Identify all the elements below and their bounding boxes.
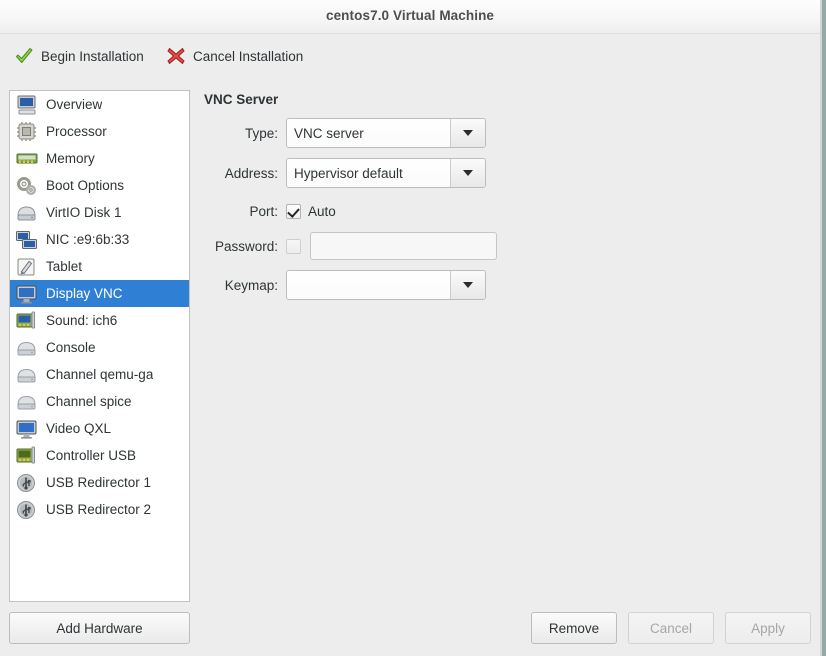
port-auto-checkbox[interactable] (286, 203, 301, 219)
network-icon (15, 229, 39, 251)
hardware-list-item-label: Console (46, 340, 96, 355)
hardware-list-item-label: Overview (46, 97, 103, 112)
password-row: Password: (200, 231, 497, 261)
hardware-list-item-label: Sound: ich6 (46, 313, 118, 328)
toolbar: Begin Installation Cancel Installation (0, 35, 820, 79)
section-title: VNC Server (204, 92, 279, 107)
hardware-list-item[interactable]: Display VNC (10, 280, 189, 307)
hardware-list-item-label: Channel qemu-ga (46, 367, 154, 382)
hardware-list-item-label: Channel spice (46, 394, 132, 409)
hardware-list-item-label: Processor (46, 124, 107, 139)
serial-icon (15, 364, 39, 386)
harddisk-icon (15, 202, 39, 224)
vnc-server-panel: VNC Server Type: VNC server Address: Hyp… (200, 88, 810, 588)
hardware-list-item[interactable]: Channel qemu-ga (10, 361, 189, 388)
address-row: Address: Hypervisor default (200, 158, 486, 188)
hardware-list-item[interactable]: USB Redirector 1 (10, 469, 189, 496)
password-label: Password: (214, 238, 278, 254)
address-label: Address: (224, 165, 278, 181)
chevron-down-icon[interactable] (450, 119, 485, 147)
keymap-label: Keymap: (224, 277, 278, 293)
type-label: Type: (244, 125, 278, 141)
chevron-down-icon[interactable] (450, 271, 485, 299)
cancel-installation-label: Cancel Installation (193, 48, 304, 64)
hardware-list-item[interactable]: Overview (10, 91, 189, 118)
port-row: Port: Auto (200, 196, 336, 226)
computer-icon (15, 94, 39, 116)
display-icon (15, 283, 39, 305)
type-row: Type: VNC server (200, 118, 486, 148)
begin-installation-button[interactable]: Begin Installation (8, 42, 150, 70)
vm-details-window: centos7.0 Virtual Machine Begin Installa… (0, 0, 820, 656)
hardware-list-item[interactable]: VirtIO Disk 1 (10, 199, 189, 226)
keymap-combobox[interactable] (286, 270, 486, 300)
address-combobox-value: Hypervisor default (287, 159, 450, 187)
cancel-button: Cancel (628, 612, 714, 644)
port-label: Port: (249, 203, 278, 219)
hardware-list-item-label: Boot Options (46, 178, 125, 193)
memory-icon (15, 148, 39, 170)
type-combobox[interactable]: VNC server (286, 118, 486, 148)
window-edge-line (820, 0, 822, 656)
password-input[interactable] (310, 232, 497, 260)
hardware-list-item[interactable]: Tablet (10, 253, 189, 280)
port-auto-label: Auto (308, 203, 336, 219)
check-icon (14, 46, 34, 66)
hardware-list-item[interactable]: Controller USB (10, 442, 189, 469)
hardware-list-item[interactable]: Boot Options (10, 172, 189, 199)
desktop-background-strip (820, 0, 826, 656)
hardware-list-item-label: Controller USB (46, 448, 137, 463)
hardware-list-item-label: Memory (46, 151, 95, 166)
hardware-list-item-label: Tablet (46, 259, 83, 274)
hardware-list-item-label: USB Redirector 1 (46, 475, 152, 490)
serial-icon (15, 391, 39, 413)
cpu-icon (15, 121, 39, 143)
controller-icon (15, 445, 39, 467)
remove-button[interactable]: Remove (531, 612, 617, 644)
x-icon (166, 46, 186, 66)
soundcard-icon (15, 310, 39, 332)
hardware-list-item-label: VirtIO Disk 1 (46, 205, 122, 220)
hardware-list-item[interactable]: Channel spice (10, 388, 189, 415)
video-icon (15, 418, 39, 440)
window-title: centos7.0 Virtual Machine (325, 8, 495, 23)
apply-button: Apply (725, 612, 811, 644)
hardware-list-item[interactable]: Console (10, 334, 189, 361)
hardware-list-item-label: Video QXL (46, 421, 112, 436)
type-combobox-value: VNC server (287, 119, 450, 147)
cancel-installation-button[interactable]: Cancel Installation (160, 42, 309, 70)
begin-installation-label: Begin Installation (41, 48, 144, 64)
hardware-list[interactable]: Overview Processor Memory Boot Options VirtI… (9, 90, 190, 602)
hardware-list-item-label: NIC :e9:6b:33 (46, 232, 130, 247)
add-hardware-button[interactable]: Add Hardware (9, 612, 190, 644)
serial-icon (15, 337, 39, 359)
hardware-list-item[interactable]: NIC :e9:6b:33 (10, 226, 189, 253)
hardware-list-item[interactable]: Sound: ich6 (10, 307, 189, 334)
address-combobox[interactable]: Hypervisor default (286, 158, 486, 188)
password-enable-checkbox[interactable] (286, 238, 301, 254)
tablet-icon (15, 256, 39, 278)
hardware-list-item[interactable]: Memory (10, 145, 189, 172)
hardware-list-item-label: Display VNC (46, 286, 123, 301)
title-bar: centos7.0 Virtual Machine (0, 0, 820, 34)
hardware-list-item[interactable]: USB Redirector 2 (10, 496, 189, 523)
hardware-list-item[interactable]: Video QXL (10, 415, 189, 442)
hardware-list-item-label: USB Redirector 2 (46, 502, 152, 517)
gears-icon (15, 175, 39, 197)
keymap-row: Keymap: (200, 270, 486, 300)
usb-icon (15, 472, 39, 494)
chevron-down-icon[interactable] (450, 159, 485, 187)
hardware-list-item[interactable]: Processor (10, 118, 189, 145)
usb-icon (15, 499, 39, 521)
keymap-combobox-value (287, 271, 450, 299)
